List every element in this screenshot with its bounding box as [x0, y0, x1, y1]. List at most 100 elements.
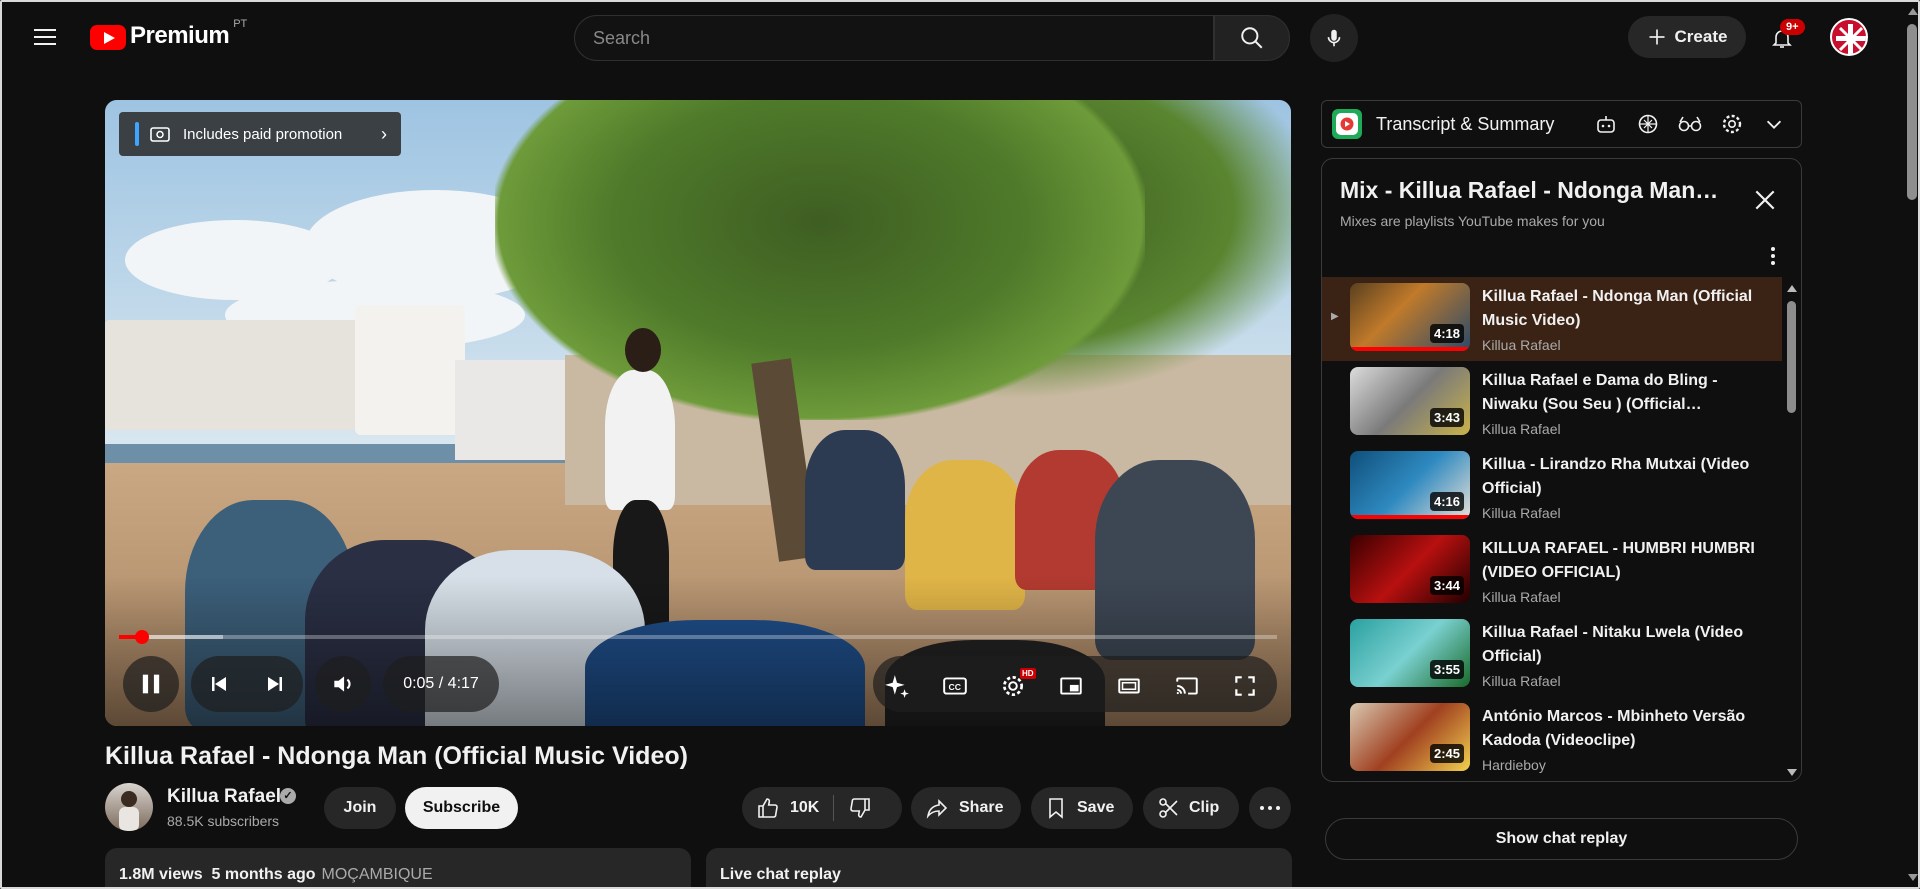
mix-item-title[interactable]: Killua Rafael - Nitaku Lwela (Video Offi…	[1482, 621, 1772, 669]
captions-button[interactable]: CC	[941, 672, 969, 700]
video-thumbnail[interactable]: 3:55	[1350, 619, 1470, 687]
channel-avatar[interactable]	[105, 783, 153, 831]
video-frame-person	[805, 430, 905, 570]
promo-accent-bar	[135, 122, 139, 146]
youtube-premium-logo[interactable]: Premium PT	[90, 18, 247, 50]
svg-text:CC: CC	[949, 682, 962, 692]
mix-list-item[interactable]: 4:16 Killua - Lirandzo Rha Mutxai (Video …	[1322, 445, 1782, 529]
like-dislike-group: 10K	[742, 787, 902, 829]
mix-item-text: Killua - Lirandzo Rha Mutxai (Video Offi…	[1482, 453, 1772, 521]
dislike-button[interactable]	[848, 796, 872, 820]
playlist-scrollbar-thumb[interactable]	[1787, 301, 1796, 413]
share-button[interactable]: Share	[911, 787, 1021, 829]
watched-progress-bar	[1350, 515, 1470, 519]
video-thumbnail[interactable]: 3:44	[1350, 535, 1470, 603]
like-button[interactable]: 10K	[756, 796, 819, 820]
mix-item-title[interactable]: Killua Rafael e Dama do Bling - Niwaku (…	[1482, 369, 1772, 417]
video-thumbnail[interactable]: 4:18	[1350, 283, 1470, 351]
paid-promotion-label: Includes paid promotion	[183, 125, 343, 143]
browser-viewport: Premium PT Create 9+	[0, 0, 1920, 889]
sparkle-icon	[885, 675, 909, 698]
robot-icon[interactable]	[1593, 111, 1619, 137]
mix-item-title[interactable]: Killua Rafael - Ndonga Man (Official Mus…	[1482, 285, 1772, 333]
description-box[interactable]: 1.8M views 5 months ago MOÇAMBIQUE	[105, 848, 691, 887]
next-icon[interactable]	[263, 672, 287, 696]
mix-list-item[interactable]: 3:55 Killua Rafael - Nitaku Lwela (Video …	[1322, 613, 1782, 697]
save-button[interactable]: Save	[1031, 787, 1133, 829]
miniplayer-icon	[1060, 677, 1082, 695]
chatgpt-icon[interactable]	[1635, 111, 1661, 137]
extension-play-icon	[1340, 117, 1354, 131]
fullscreen-button[interactable]	[1231, 672, 1259, 700]
miniplayer-button[interactable]	[1057, 672, 1085, 700]
live-chat-replay-header[interactable]: Live chat replay	[706, 848, 1292, 887]
search-button[interactable]	[1214, 15, 1290, 61]
page-scroll-up-arrow[interactable]	[1908, 8, 1918, 15]
transcript-summary-extension: Transcript & Summary	[1321, 100, 1802, 148]
subscribe-button[interactable]: Subscribe	[405, 787, 518, 829]
progress-bar[interactable]	[119, 630, 1277, 644]
page-scroll-down-arrow[interactable]	[1908, 874, 1918, 881]
mix-item-channel: Killua Rafael	[1482, 421, 1561, 437]
show-chat-replay-button[interactable]: Show chat replay	[1325, 818, 1798, 860]
cast-icon	[1176, 677, 1198, 695]
video-thumbnail[interactable]: 2:45	[1350, 703, 1470, 771]
close-icon[interactable]	[1752, 187, 1778, 213]
clip-label: Clip	[1189, 799, 1220, 816]
search-input[interactable]	[575, 16, 1213, 60]
like-count: 10K	[790, 799, 820, 816]
ai-sparkle-button[interactable]	[883, 672, 911, 700]
mix-list-item[interactable]: 3:44 KILLUA RAFAEL - HUMBRI HUMBRI (VIDEO…	[1322, 529, 1782, 613]
previous-icon[interactable]	[207, 672, 231, 696]
mix-item-title[interactable]: KILLUA RAFAEL - HUMBRI HUMBRI (VIDEO OFF…	[1482, 537, 1772, 585]
more-vertical-icon[interactable]	[1764, 243, 1782, 269]
time-separator: /	[434, 675, 448, 692]
time-display: 0:05 / 4:17	[383, 656, 499, 712]
page-scrollbar-thumb[interactable]	[1907, 24, 1917, 200]
mix-list-item[interactable]: ▶ 4:18 Killua Rafael - Ndonga Man (Officia…	[1322, 277, 1782, 361]
video-thumbnail[interactable]: 3:43	[1350, 367, 1470, 435]
glasses-icon[interactable]	[1677, 111, 1703, 137]
volume-icon	[334, 676, 351, 692]
thumbnail-duration: 4:18	[1429, 324, 1464, 343]
thumbs-down-icon	[850, 798, 871, 818]
mix-list-item[interactable]: 2:45 António Marcos - Mbinheto Versão Kad…	[1322, 697, 1782, 781]
channel-name[interactable]: Killua Rafael	[167, 786, 281, 808]
settings-gear-icon[interactable]	[1719, 111, 1745, 137]
fullscreen-icon	[1235, 676, 1255, 696]
join-button[interactable]: Join	[324, 787, 396, 829]
cc-icon: CC	[943, 677, 967, 695]
paid-promotion-badge[interactable]: Includes paid promotion ›	[119, 112, 401, 156]
channel-avatar-image	[119, 791, 139, 831]
video-frame-tree	[495, 100, 1145, 420]
video-title: Killua Rafael - Ndonga Man (Official Mus…	[105, 742, 688, 770]
avatar-cross-icon	[1836, 24, 1866, 54]
menu-icon[interactable]	[30, 24, 60, 50]
mix-list-item[interactable]: 3:43 Killua Rafael e Dama do Bling - Niwa…	[1322, 361, 1782, 445]
bookmark-icon	[1049, 798, 1063, 819]
account-avatar[interactable]	[1830, 18, 1868, 56]
play-pause-button[interactable]	[123, 656, 179, 712]
mix-title[interactable]: Mix - Killua Rafael - Ndonga Man (Offici…	[1340, 177, 1720, 204]
video-thumbnail[interactable]: 4:16	[1350, 451, 1470, 519]
video-frame-person	[605, 370, 675, 510]
mix-item-title[interactable]: António Marcos - Mbinheto Versão Kadoda …	[1482, 705, 1772, 753]
more-actions-button[interactable]	[1249, 787, 1291, 829]
clip-button[interactable]: Clip	[1143, 787, 1239, 829]
theater-mode-button[interactable]	[1115, 672, 1143, 700]
mix-item-channel: Killua Rafael	[1482, 673, 1561, 689]
video-player[interactable]: Includes paid promotion › 0:05 / 4:17 CC…	[105, 100, 1291, 726]
watched-progress-bar	[1350, 347, 1470, 351]
chevron-down-icon[interactable]	[1761, 111, 1787, 137]
cast-button[interactable]	[1173, 672, 1201, 700]
location-tag[interactable]: MOÇAMBIQUE	[322, 866, 433, 883]
extension-title[interactable]: Transcript & Summary	[1376, 114, 1554, 135]
scroll-up-arrow[interactable]	[1787, 285, 1797, 292]
mute-button[interactable]	[315, 656, 371, 712]
voice-search-button[interactable]	[1310, 14, 1358, 62]
hd-badge: HD	[1020, 668, 1036, 679]
mix-item-title[interactable]: Killua - Lirandzo Rha Mutxai (Video Offi…	[1482, 453, 1772, 501]
mix-subtitle: Mixes are playlists YouTube makes for yo…	[1340, 213, 1605, 229]
create-button[interactable]: Create	[1628, 16, 1746, 58]
scroll-down-arrow[interactable]	[1787, 769, 1797, 776]
